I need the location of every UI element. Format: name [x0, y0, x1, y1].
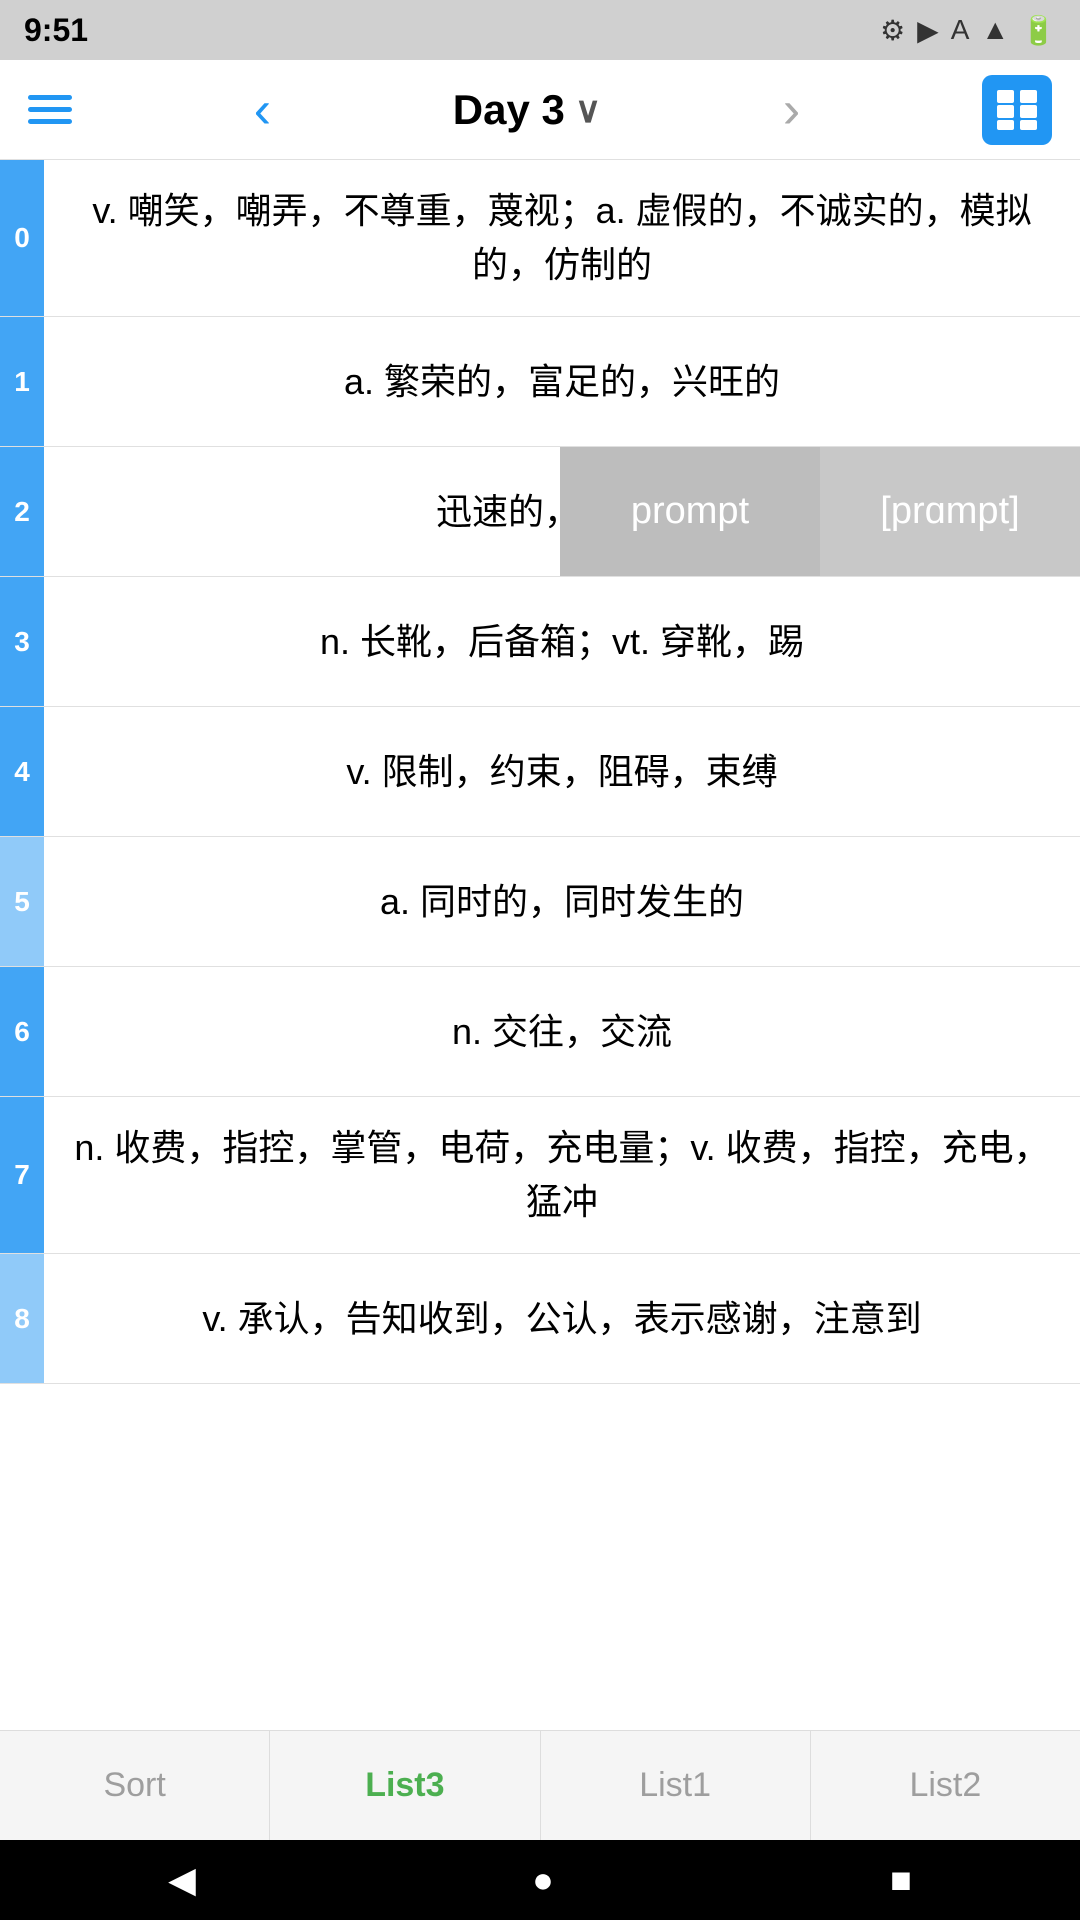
row-definition: a. 同时的，同时发生的 [44, 837, 1080, 966]
popup-phonetic: [prɑmpt] [820, 447, 1080, 576]
row-definition: a. 繁荣的，富足的，兴旺的 [44, 317, 1080, 446]
word-row[interactable]: 8v. 承认，告知收到，公认，表示感谢，注意到 [0, 1254, 1080, 1384]
word-popup[interactable]: prompt[prɑmpt] [560, 447, 1080, 576]
word-row[interactable]: 6n. 交往，交流 [0, 967, 1080, 1097]
row-definition: n. 收费，指控，掌管，电荷，充电量；v. 收费，指控，充电，猛冲 [44, 1097, 1080, 1253]
tab-sort[interactable]: Sort [0, 1731, 270, 1840]
title-chevron-icon: ∨ [575, 89, 601, 131]
row-index: 8 [0, 1254, 44, 1383]
nav-title[interactable]: Day 3 ∨ [453, 86, 601, 134]
day-title: Day 3 [453, 86, 565, 134]
popup-word[interactable]: prompt [560, 447, 820, 576]
word-row[interactable]: 3n. 长靴，后备箱；vt. 穿靴，踢 [0, 577, 1080, 707]
row-definition: v. 限制，约束，阻碍，束缚 [44, 707, 1080, 836]
signal-icon: ▲ [981, 14, 1009, 46]
tab-list2[interactable]: List2 [811, 1731, 1080, 1840]
nav-bar: ‹ Day 3 ∨ › [0, 60, 1080, 160]
row-index: 3 [0, 577, 44, 706]
word-row[interactable]: 2迅速的，及时的prompt[prɑmpt] [0, 447, 1080, 577]
status-time: 9:51 [24, 12, 88, 49]
word-row[interactable]: 5a. 同时的，同时发生的 [0, 837, 1080, 967]
grid-view-button[interactable] [982, 75, 1052, 145]
play-icon: ▶ [917, 14, 939, 47]
settings-icon: ⚙ [880, 14, 905, 47]
word-row[interactable]: 0v. 嘲笑，嘲弄，不尊重，蔑视；a. 虚假的，不诚实的，模拟的，仿制的 [0, 160, 1080, 317]
word-row[interactable]: 7n. 收费，指控，掌管，电荷，充电量；v. 收费，指控，充电，猛冲 [0, 1097, 1080, 1254]
android-back-button[interactable]: ◀ [168, 1859, 196, 1901]
android-recent-button[interactable]: ■ [890, 1859, 912, 1901]
row-index: 7 [0, 1097, 44, 1253]
row-definition: v. 承认，告知收到，公认，表示感谢，注意到 [44, 1254, 1080, 1383]
row-index: 6 [0, 967, 44, 1096]
status-bar: 9:51 ⚙ ▶ A ▲ 🔋 [0, 0, 1080, 60]
row-index: 4 [0, 707, 44, 836]
tab-list3[interactable]: List3 [270, 1731, 540, 1840]
battery-icon: 🔋 [1021, 14, 1056, 47]
tab-list1[interactable]: List1 [541, 1731, 811, 1840]
row-index: 0 [0, 160, 44, 316]
android-nav: ◀ ● ■ [0, 1840, 1080, 1920]
row-definition: v. 嘲笑，嘲弄，不尊重，蔑视；a. 虚假的，不诚实的，模拟的，仿制的 [44, 160, 1080, 316]
row-index: 2 [0, 447, 44, 576]
word-row[interactable]: 4v. 限制，约束，阻碍，束缚 [0, 707, 1080, 837]
forward-button[interactable]: › [773, 84, 810, 136]
row-index: 1 [0, 317, 44, 446]
status-icons: ⚙ ▶ A ▲ 🔋 [880, 14, 1056, 47]
font-icon: A [951, 14, 970, 46]
back-button[interactable]: ‹ [244, 84, 281, 136]
grid-icon [995, 88, 1039, 132]
menu-button[interactable] [28, 95, 72, 124]
android-home-button[interactable]: ● [532, 1859, 554, 1901]
row-index: 5 [0, 837, 44, 966]
word-list: 0v. 嘲笑，嘲弄，不尊重，蔑视；a. 虚假的，不诚实的，模拟的，仿制的1a. … [0, 160, 1080, 1384]
bottom-tabs: SortList3List1List2 [0, 1730, 1080, 1840]
row-definition: n. 长靴，后备箱；vt. 穿靴，踢 [44, 577, 1080, 706]
row-definition: n. 交往，交流 [44, 967, 1080, 1096]
word-row[interactable]: 1a. 繁荣的，富足的，兴旺的 [0, 317, 1080, 447]
